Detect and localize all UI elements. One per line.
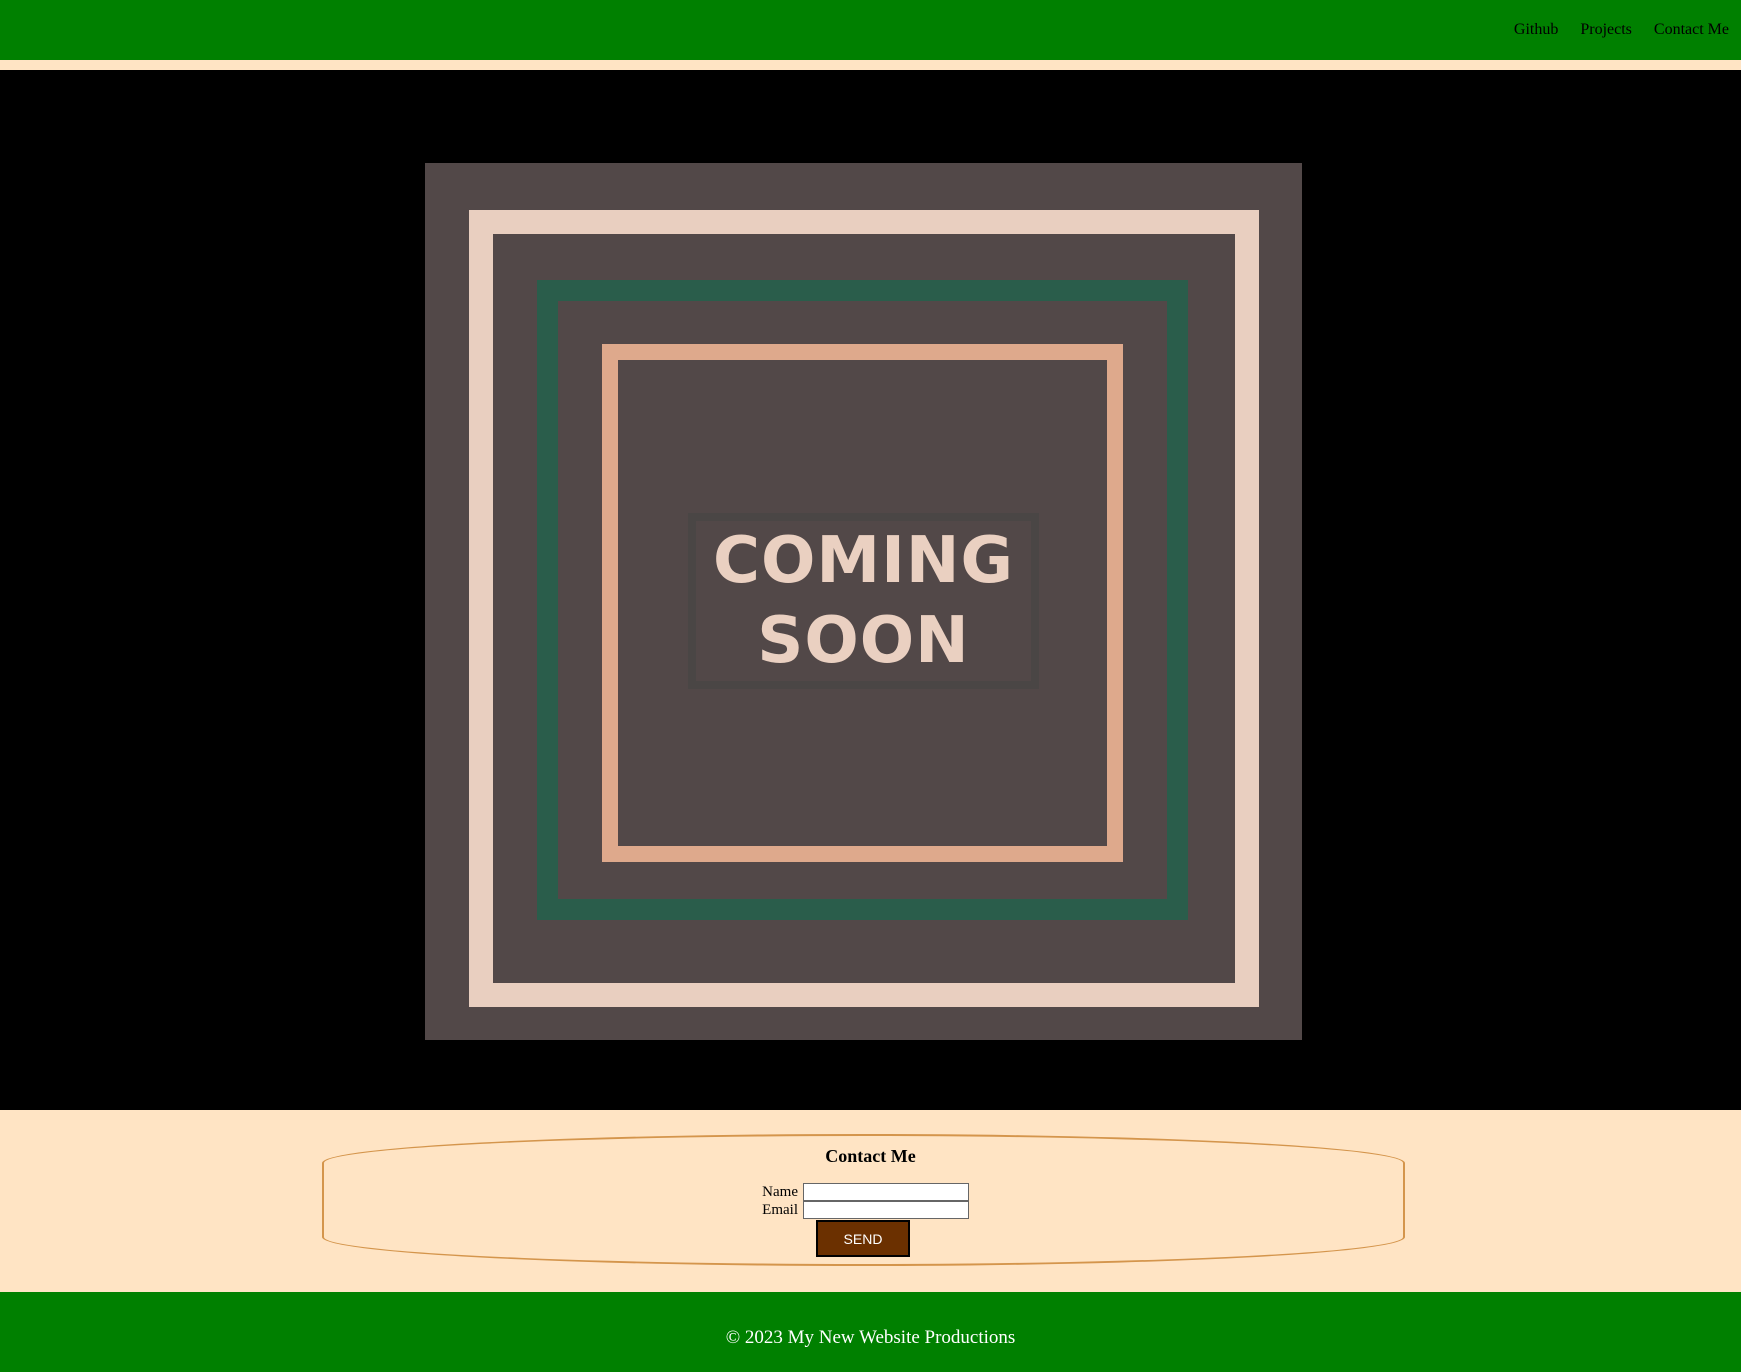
name-row: Name <box>761 1183 969 1201</box>
send-button[interactable]: SEND <box>816 1220 910 1257</box>
nav-link-projects[interactable]: Projects <box>1580 21 1632 39</box>
hero-section: COMING SOON <box>0 70 1741 1110</box>
contact-section: Contact Me Name Email SEND <box>0 1110 1741 1292</box>
contact-title: Contact Me <box>825 1146 916 1166</box>
nav-link-github[interactable]: Github <box>1514 21 1558 39</box>
nav-link-contact-me[interactable]: Contact Me <box>1654 21 1729 39</box>
main-nav: Github Projects Contact Me <box>1514 21 1729 39</box>
name-input[interactable] <box>803 1183 969 1201</box>
email-input[interactable] <box>803 1201 969 1219</box>
footer-copyright: © 2023 My New Website Productions <box>725 1327 1016 1348</box>
footer: © 2023 My New Website Productions <box>0 1292 1741 1372</box>
email-label: Email <box>762 1201 798 1218</box>
coming-soon-text-box: COMING SOON <box>688 513 1039 689</box>
poster-text-line2: SOON <box>757 604 970 678</box>
name-label: Name <box>762 1183 798 1200</box>
header-bar: Github Projects Contact Me <box>0 0 1741 60</box>
coming-soon-poster: COMING SOON <box>425 163 1302 1040</box>
poster-text-line1: COMING <box>713 524 1014 598</box>
email-row: Email <box>761 1201 969 1219</box>
